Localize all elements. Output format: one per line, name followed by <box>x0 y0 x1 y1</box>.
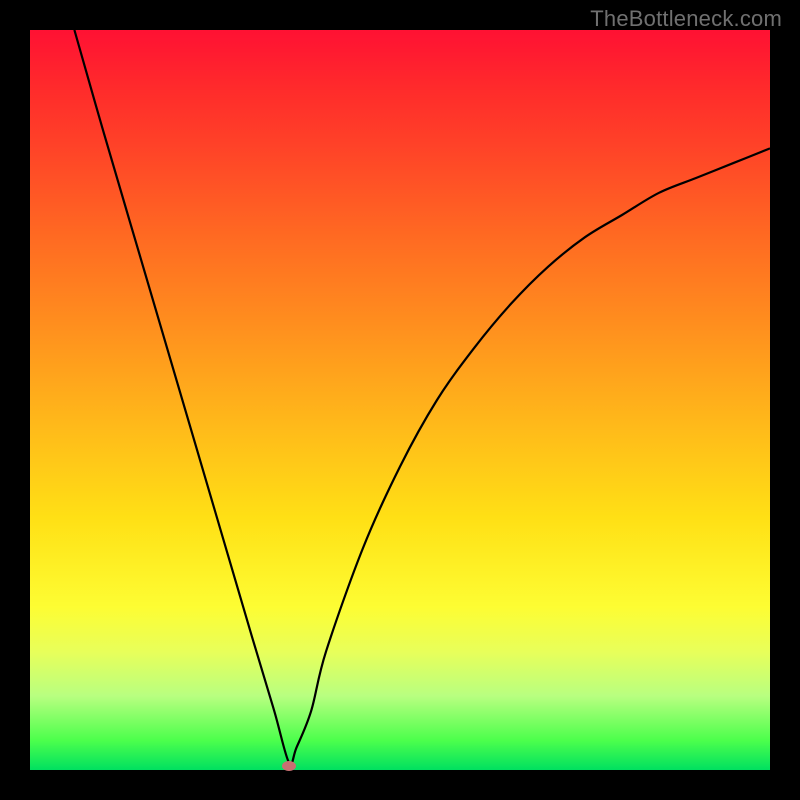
curve-path <box>74 30 770 764</box>
minimum-marker <box>282 761 296 771</box>
watermark-text: TheBottleneck.com <box>590 6 782 32</box>
bottleneck-curve <box>30 30 770 770</box>
chart-plot-area <box>30 30 770 770</box>
